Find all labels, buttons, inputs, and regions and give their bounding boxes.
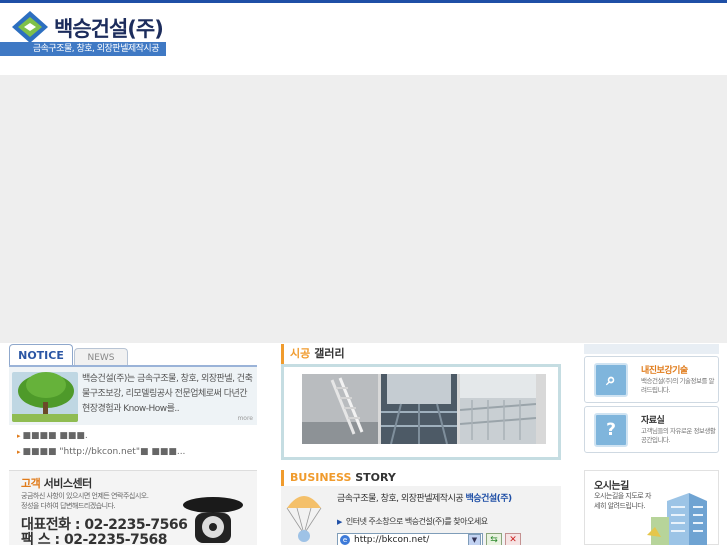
notice-list: ▸ ■■■■ ■■■. ▸ ■■■■ "http://bkcon.net"■ ■■■…: [17, 428, 185, 460]
gallery-panel: 시공 갤러리: [281, 344, 561, 460]
chevron-down-icon[interactable]: ▼: [468, 534, 481, 545]
gallery-frame: [281, 364, 561, 460]
list-item[interactable]: ▸ ■■■■ ■■■.: [17, 428, 185, 444]
side-top-bar: [584, 344, 719, 354]
fax-number: 팩 스 : 02-2235-7568: [21, 532, 168, 545]
directions-banner[interactable]: 오시는길 오시는길을 지도로 자세히 알려드립니다.: [584, 470, 719, 545]
business-story-body: 금속구조물, 창호, 외장판넬제작시공 백승건설(주) ▶ 인터넷 주소창으로 백…: [281, 486, 561, 545]
notice-intro-text: 백승건설(주)는 금속구조물, 창호, 외장판넬, 건축물구조보강, 리모델링공…: [82, 374, 253, 414]
notice-panel: NOTICE NEWS 백승건설(주)는 금속구조물, 창호, 외장판넬, 건축…: [9, 344, 257, 462]
building-icon: [647, 493, 707, 545]
more-link[interactable]: more: [237, 415, 253, 422]
gallery-photo[interactable]: [302, 374, 378, 444]
go-button[interactable]: ⇆: [486, 533, 502, 545]
arrow-icon: ▸: [17, 432, 21, 440]
business-story-headline: 금속구조물, 창호, 외장판넬제작시공 백승건설(주): [337, 494, 512, 504]
logo-icon[interactable]: [10, 9, 50, 45]
customer-center-desc: 궁금하신 사항이 있으시면 언제든 연락주십시오. 정성을 다하여 답변해드리겠…: [21, 492, 149, 510]
notice-item-text: ■■■■ ■■■.: [22, 431, 88, 441]
main-visual-area: [0, 75, 727, 343]
list-item[interactable]: ▸ ■■■■ "http://bkcon.net"■ ■■■...: [17, 444, 185, 460]
business-story-title: BUSINESS STORY: [281, 470, 396, 486]
header: 백승건설(주) 금속구조물, 창호, 외장판넬제작시공: [0, 3, 727, 75]
magnifier-icon: ⌕: [594, 363, 628, 397]
telephone-icon: [183, 497, 243, 543]
company-slogan: 금속구조물, 창호, 외장판넬제작시공: [0, 42, 166, 56]
gallery-photos: [302, 374, 546, 444]
seismic-tech-title: 내진보강기술: [641, 366, 688, 376]
seismic-tech-desc: 백승건설(주)의 기술정보를 알려드립니다.: [641, 377, 714, 394]
customer-center-title: 고객 서비스센터: [21, 477, 92, 490]
close-button[interactable]: ✕: [505, 533, 521, 545]
business-story-panel: BUSINESS STORY 금속구조물, 창호, 외장판넬제작시공 백승건설(…: [281, 470, 561, 545]
customer-center-panel: 고객 서비스센터 궁금하신 사항이 있으시면 언제든 연락주십시오. 정성을 다…: [9, 470, 257, 545]
tab-notice[interactable]: NOTICE: [9, 344, 73, 366]
notice-item-text: ■■■■ "http://bkcon.net"■ ■■■...: [22, 447, 186, 457]
archive-desc: 고객님들의 자유로운 정보생활 공간입니다.: [641, 427, 716, 444]
directions-desc: 오시는길을 지도로 자세히 알려드립니다.: [594, 492, 651, 510]
gallery-photo[interactable]: [381, 374, 457, 444]
seismic-tech-banner[interactable]: ⌕ 내진보강기술 백승건설(주)의 기술정보를 알려드립니다.: [584, 356, 719, 403]
notice-feature[interactable]: 백승건설(주)는 금속구조물, 창호, 외장판넬, 건축물구조보강, 리모델링공…: [9, 365, 257, 425]
address-instruction: ▶ 인터넷 주소창으로 백승건설(주)를 찾아오세요: [337, 517, 488, 526]
archive-title: 자료실: [641, 416, 665, 426]
gallery-title[interactable]: 시공 갤러리: [281, 344, 345, 364]
archive-banner[interactable]: ? 자료실 고객님들의 자유로운 정보생활 공간입니다.: [584, 406, 719, 453]
tab-news[interactable]: NEWS: [74, 348, 128, 366]
gallery-photo[interactable]: [460, 374, 536, 444]
arrow-icon: ▸: [17, 448, 21, 456]
company-name[interactable]: 백승건설(주): [54, 13, 164, 43]
directions-title: 오시는길: [594, 481, 629, 492]
tree-image: [12, 372, 78, 422]
question-icon: ?: [594, 413, 628, 447]
arrow-icon: ▶: [337, 518, 342, 526]
address-bar-input[interactable]: e http://bkcon.net/: [337, 533, 483, 545]
parachute-icon: [286, 496, 322, 542]
browser-icon: e: [340, 535, 350, 545]
